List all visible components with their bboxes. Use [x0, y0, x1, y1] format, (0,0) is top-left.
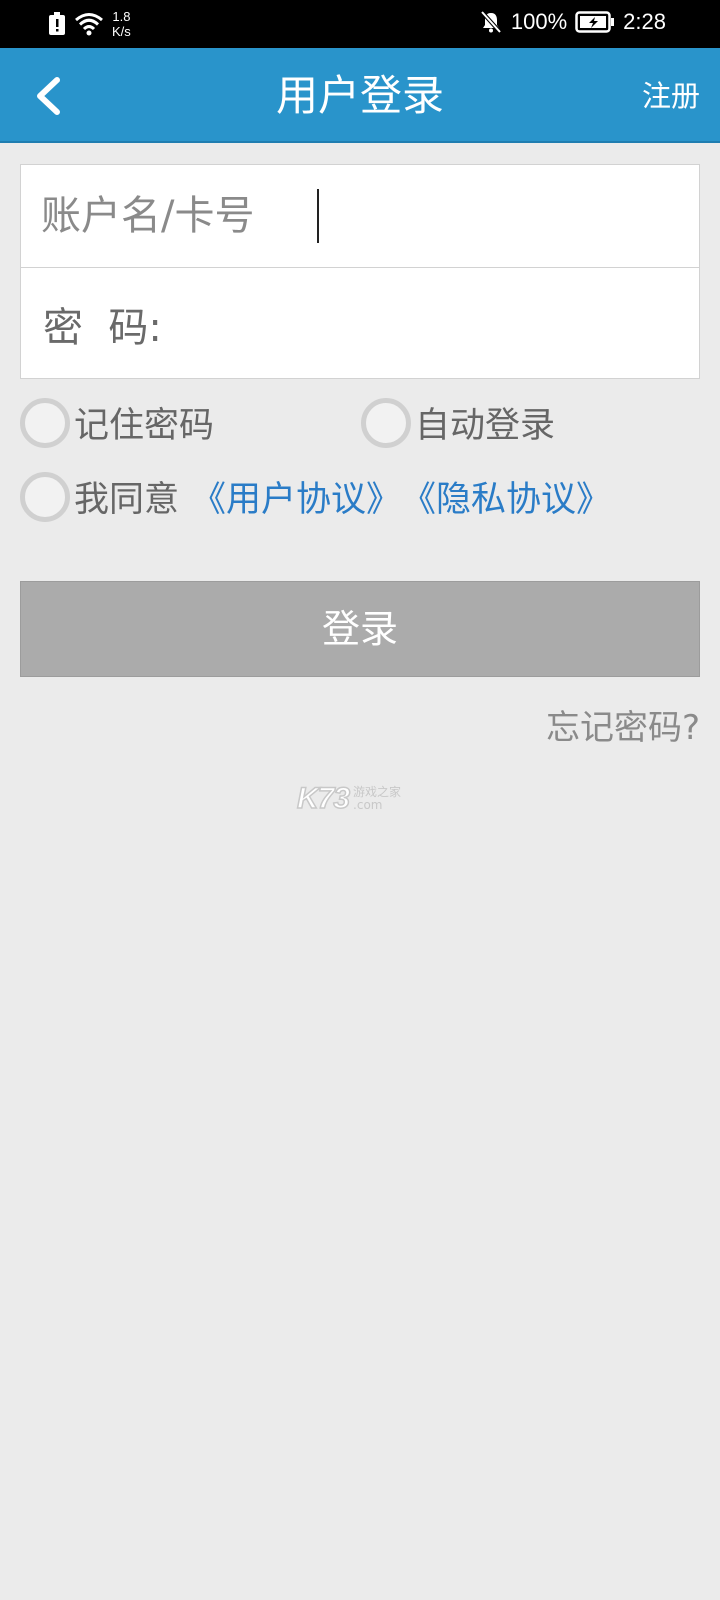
forgot-password-link[interactable]: 忘记密码?: [546, 700, 700, 749]
account-row: [21, 165, 699, 268]
page-title: 用户登录: [275, 71, 444, 120]
remember-password-option[interactable]: 记住密码: [20, 397, 214, 448]
watermark-main: K73: [296, 781, 351, 816]
network-speed: 1.8 K/s: [112, 9, 131, 39]
agree-option: 我同意 《用户协议》 《隐私协议》: [20, 471, 611, 522]
mute-icon: [480, 10, 502, 34]
password-label: 密 码:: [43, 304, 162, 351]
password-row: 密 码:: [21, 268, 699, 379]
status-right: 100% 2:28: [479, 9, 666, 35]
login-form: 密 码:: [20, 164, 700, 379]
auto-login-option[interactable]: 自动登录: [361, 397, 555, 448]
battery-percent: 100%: [510, 9, 568, 34]
app-header: 用户登录 注册: [0, 48, 720, 143]
register-button[interactable]: 注册: [642, 76, 700, 116]
text-cursor: [317, 189, 319, 243]
status-left: 1.8 K/s: [48, 9, 131, 39]
user-agreement-link[interactable]: 《用户协议》: [191, 471, 401, 522]
auto-login-radio[interactable]: [361, 397, 411, 448]
battery-saver-icon: [49, 12, 65, 35]
account-input[interactable]: [41, 186, 681, 246]
clock: 2:28: [623, 9, 666, 34]
agree-label: 我同意: [74, 480, 180, 520]
network-speed-unit: K/s: [112, 24, 131, 39]
password-input[interactable]: [161, 293, 683, 354]
watermark-sub: 游戏之家 .com: [353, 786, 401, 812]
watermark: K73 游戏之家 .com: [296, 781, 401, 816]
wifi-icon: [75, 13, 103, 36]
watermark-sub-bottom: .com: [353, 798, 383, 812]
remember-password-label: 记住密码: [74, 406, 215, 446]
auto-login-label: 自动登录: [415, 406, 556, 446]
agree-radio[interactable]: [20, 471, 70, 522]
remember-password-radio[interactable]: [20, 397, 70, 448]
login-button[interactable]: 登录: [20, 581, 700, 677]
privacy-agreement-link[interactable]: 《隐私协议》: [401, 471, 611, 522]
battery-icon: [575, 11, 615, 33]
status-bar: 1.8 K/s 100% 2:28: [0, 0, 720, 48]
network-speed-value: 1.8: [112, 9, 131, 24]
